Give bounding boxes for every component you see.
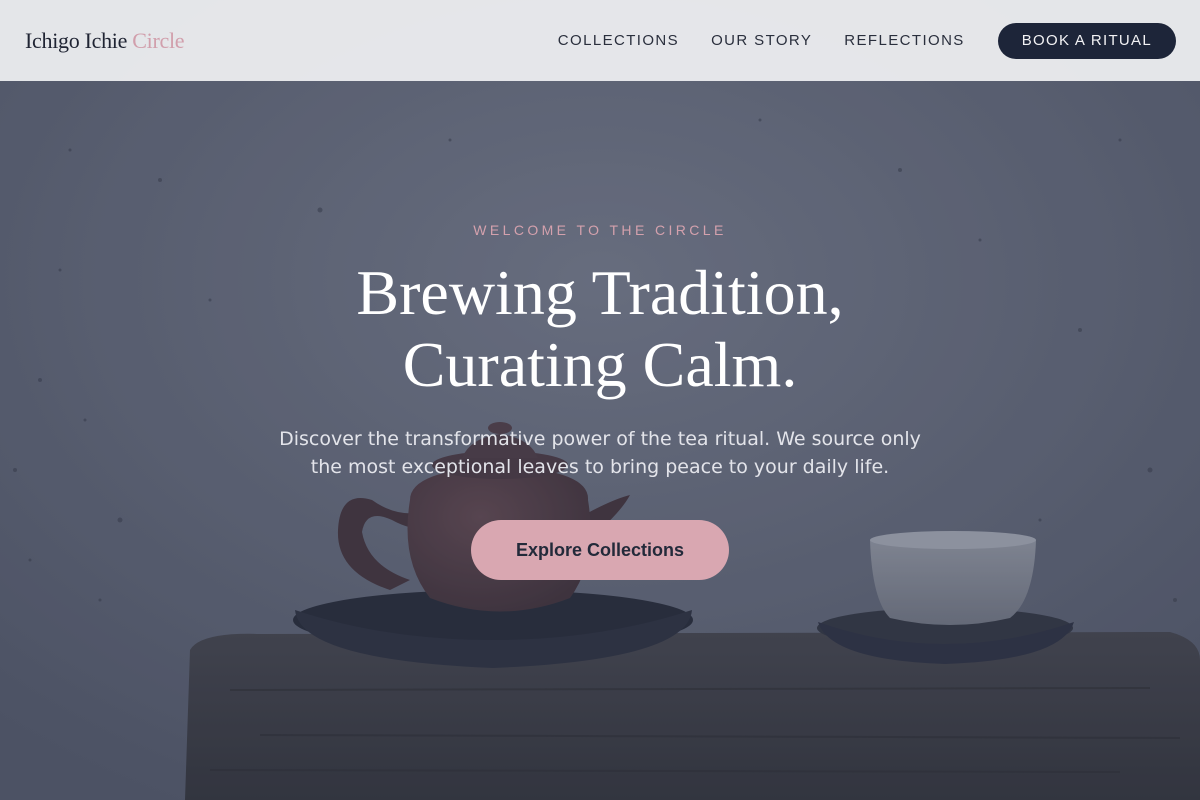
explore-collections-button[interactable]: Explore Collections [471, 520, 729, 580]
hero-subtitle: Discover the transformative power of the… [260, 425, 940, 481]
hero-content: WELCOME TO THE CIRCLE Brewing Tradition,… [0, 81, 1200, 800]
nav-link-collections[interactable]: COLLECTIONS [558, 32, 679, 49]
hero-title-line-2: Curating Calm. [402, 329, 798, 400]
brand-name-accent: Circle [132, 27, 185, 53]
nav-link-our-story[interactable]: OUR STORY [711, 32, 812, 49]
hero-subtitle-line-2: the most exceptional leaves to bring pea… [310, 456, 890, 478]
brand-logo[interactable]: Ichigo Ichie Circle [25, 27, 185, 54]
book-ritual-button[interactable]: BOOK A RITUAL [997, 22, 1176, 59]
hero-title: Brewing Tradition, Curating Calm. [0, 257, 1200, 401]
brand-name: Ichigo Ichie [25, 27, 133, 53]
hero-eyebrow: WELCOME TO THE CIRCLE [473, 222, 727, 238]
nav-link-reflections[interactable]: REFLECTIONS [844, 32, 964, 49]
hero-title-line-1: Brewing Tradition, [356, 257, 844, 328]
site-header: Ichigo Ichie Circle COLLECTIONS OUR STOR… [0, 0, 1200, 81]
hero-subtitle-line-1: Discover the transformative power of the… [279, 428, 921, 450]
main-nav: COLLECTIONS OUR STORY REFLECTIONS BOOK A… [558, 22, 1176, 59]
